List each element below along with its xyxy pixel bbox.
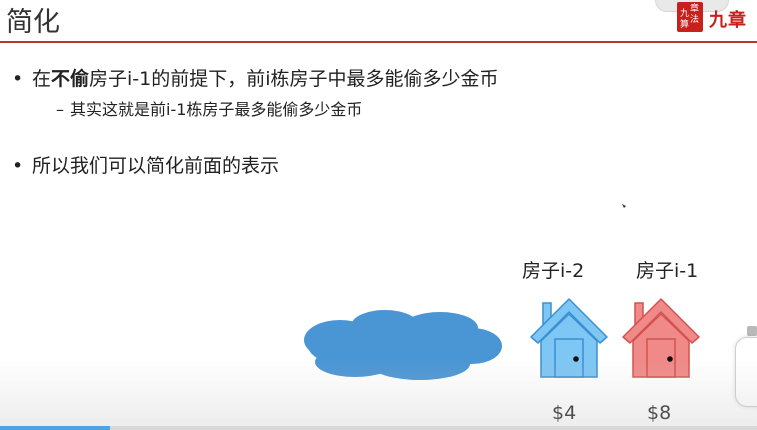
sub-bullet-1-text: 其实这就是前i-1栋房子最多能偷多少金币 <box>70 100 363 119</box>
mouse-cursor-icon <box>622 204 626 208</box>
video-progress-bar[interactable] <box>0 426 757 430</box>
bullet-dot: • <box>12 155 24 177</box>
bullet-dot: • <box>12 68 24 90</box>
house-i-1-price: $8 <box>647 402 672 424</box>
bullet-1-post: 房子i-1的前提下，前i栋房子中最多能偷多少金币 <box>89 68 499 90</box>
video-progress-fill <box>0 426 110 430</box>
seal-icon: 章 法 九 算 <box>677 2 703 32</box>
slide-title: 简化 <box>6 7 60 38</box>
house-i-2-icon <box>530 298 608 378</box>
house-label-i-2: 房子i-2 <box>522 260 585 282</box>
bullet-2-text: 所以我们可以简化前面的表示 <box>32 155 280 177</box>
house-i-2-price: $4 <box>552 402 577 424</box>
sub-bullet-dash: – <box>56 100 64 119</box>
bullet-1-bold: 不偷 <box>51 68 90 90</box>
cloud-icon <box>304 310 502 380</box>
house-i-1-icon <box>622 298 700 378</box>
side-panel-handle[interactable] <box>747 326 757 336</box>
side-widget[interactable] <box>735 337 757 407</box>
brand-name: 九章 <box>709 10 747 31</box>
title-divider <box>0 41 757 43</box>
brand-logo: 章 法 九 算 九章 <box>655 0 757 40</box>
sub-bullet-1: – 其实这就是前i-1栋房子最多能偷多少金币 <box>56 96 362 120</box>
slide: 简化 章 法 九 算 九章 • 在不偷房子i-1的前提下，前i栋房子中最多能偷多少… <box>0 0 757 430</box>
bullet-2: • 所以我们可以简化前面的表示 <box>12 151 279 178</box>
bullet-1: • 在不偷房子i-1的前提下，前i栋房子中最多能偷多少金币 <box>12 64 499 91</box>
house-label-i-1: 房子i-1 <box>636 260 699 282</box>
bullet-1-pre: 在 <box>32 68 52 90</box>
